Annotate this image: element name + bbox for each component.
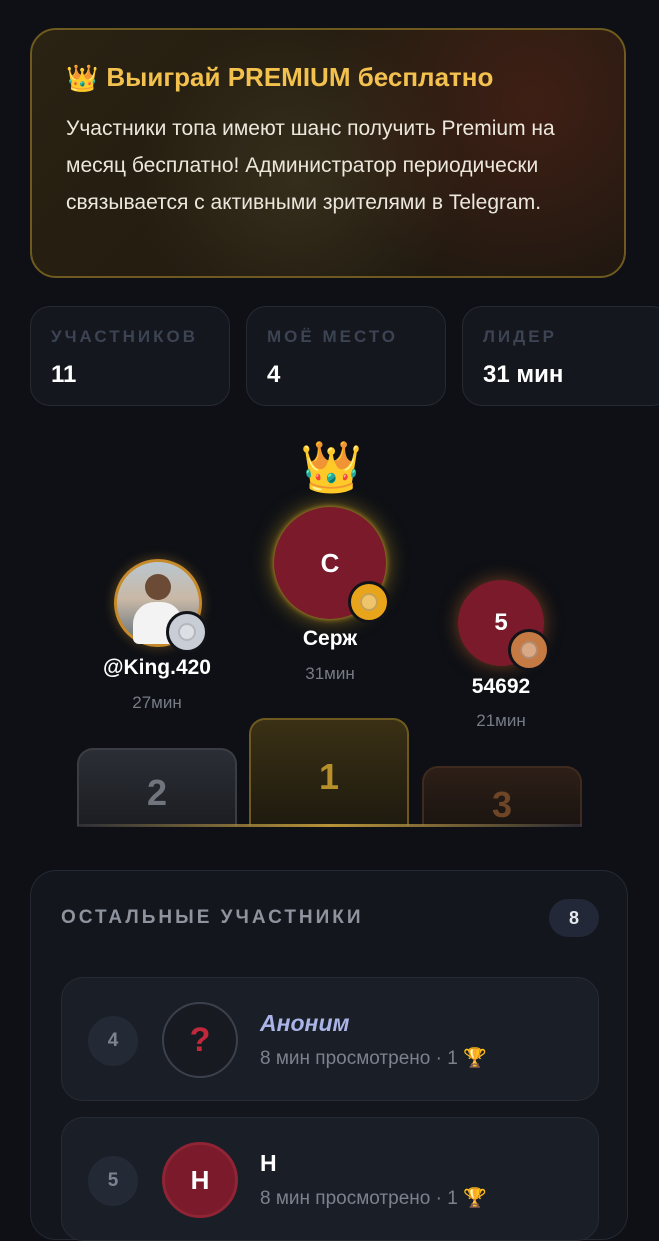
other-participants-panel: ОСТАЛЬНЫЕ УЧАСТНИКИ 8 4 ? Аноним 8 мин п…	[30, 870, 628, 1241]
participant-row[interactable]: 5 Н Н 8 мин просмотрено · 1 🏆	[61, 1117, 599, 1241]
gold-medal-icon	[348, 581, 390, 623]
watch-time-text: 8 мин просмотрено · 1	[260, 1048, 458, 1069]
rank-badge: 5	[88, 1156, 138, 1206]
stat-value: 11	[51, 361, 77, 388]
leader-crown-icon: 👑	[300, 439, 363, 495]
count-badge: 8	[549, 899, 599, 937]
avatar-photo-head	[145, 574, 171, 600]
stat-leader: ЛИДЕР 31 мин	[462, 306, 659, 406]
stat-value: 31 мин	[483, 361, 564, 388]
crown-icon: 👑	[66, 62, 99, 93]
stat-label: МОЁ МЕСТО	[267, 327, 399, 346]
third-place-name: 54692	[471, 675, 531, 698]
stat-label: УЧАСТНИКОВ	[51, 327, 198, 346]
third-place-time: 21мин	[476, 711, 526, 730]
promo-title-text: Выиграй PREMIUM бесплатно	[106, 62, 494, 92]
participant-meta: 8 мин просмотрено · 1 🏆	[260, 1046, 487, 1070]
podium-block-first: 1	[249, 718, 409, 826]
podium-block-second: 2	[77, 748, 237, 826]
podium-place-number: 3	[491, 784, 513, 825]
promo-title: 👑 Выиграй PREMIUM бесплатно	[66, 62, 493, 93]
rank-badge: 4	[88, 1016, 138, 1066]
premium-promo-banner: 👑 Выиграй PREMIUM бесплатно Участники то…	[30, 28, 626, 278]
first-place-name: Серж	[302, 627, 358, 650]
participant-meta: 8 мин просмотрено · 1 🏆	[260, 1186, 487, 1210]
second-place-name: @King.420	[102, 656, 211, 679]
avatar-glyph: ?	[189, 1020, 211, 1059]
stat-participants: УЧАСТНИКОВ 11	[30, 306, 230, 406]
anonymous-avatar-icon: ?	[162, 1002, 238, 1078]
avatar-initial: 5	[494, 609, 508, 636]
section-title: ОСТАЛЬНЫЕ УЧАСТНИКИ	[61, 907, 364, 928]
stat-my-place: МОЁ МЕСТО 4	[246, 306, 446, 406]
promo-description: Участники топа имеют шанс получить Premi…	[66, 117, 555, 214]
watch-time-text: 8 мин просмотрено · 1	[260, 1188, 458, 1209]
trophy-icon: 🏆	[463, 1048, 487, 1069]
silver-medal-icon	[166, 611, 208, 653]
participant-row[interactable]: 4 ? Аноним 8 мин просмотрено · 1 🏆	[61, 977, 599, 1101]
participant-avatar: Н	[162, 1142, 238, 1218]
stat-value: 4	[267, 361, 281, 388]
avatar-initial: Н	[190, 1164, 210, 1195]
podium-block-third: 3	[422, 766, 582, 826]
podium-place-number: 1	[318, 756, 340, 797]
bronze-medal-icon	[508, 629, 550, 671]
stat-label: ЛИДЕР	[483, 327, 557, 346]
first-place-time: 31мин	[305, 664, 355, 683]
second-place-time: 27мин	[132, 693, 182, 712]
trophy-icon: 🏆	[463, 1188, 487, 1209]
podium-place-number: 2	[146, 772, 168, 813]
avatar-initial: С	[320, 547, 340, 578]
participant-name: Аноним	[260, 1010, 350, 1036]
participant-name: Н	[260, 1150, 277, 1176]
podium-base-line	[77, 824, 582, 827]
